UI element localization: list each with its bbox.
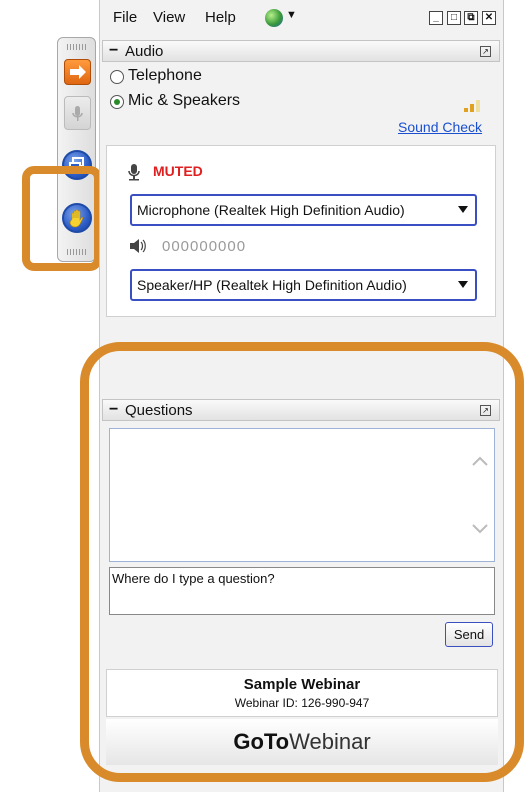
sound-check-link[interactable]: Sound Check <box>398 119 482 135</box>
audio-pane-title: Audio <box>125 43 164 60</box>
speaker-select-value: Speaker/HP (Realtek High Definition Audi… <box>137 277 407 293</box>
mic-status-label: MUTED <box>153 163 203 179</box>
arrow-right-icon <box>70 65 86 79</box>
audio-settings-box: MUTED Microphone (Realtek High Definitio… <box>106 145 496 317</box>
maximize-button[interactable]: □ <box>447 11 461 25</box>
speaker-icon <box>130 239 146 253</box>
show-hide-panel-button[interactable] <box>64 59 91 85</box>
grip-top-icon[interactable] <box>67 44 87 50</box>
menu-help[interactable]: Help <box>205 9 236 26</box>
telephone-label[interactable]: Telephone <box>128 67 202 85</box>
popout-audio-icon[interactable]: ↗ <box>480 46 491 57</box>
toolbar-highlight-frame <box>22 166 102 271</box>
microphone-muted-icon <box>128 164 140 181</box>
audio-pane-header: − Audio ↗ <box>102 40 500 62</box>
chevron-down-icon <box>458 206 468 213</box>
menu-bar: File View Help ▼ _ □ ⧉ ✕ <box>100 0 505 36</box>
microphone-select-value: Microphone (Realtek High Definition Audi… <box>137 202 405 218</box>
restore-button[interactable]: ⧉ <box>464 11 478 25</box>
telephone-radio[interactable] <box>110 70 124 84</box>
collapse-audio-icon[interactable]: − <box>109 42 118 60</box>
microphone-icon <box>72 106 83 121</box>
close-button[interactable]: ✕ <box>482 11 496 25</box>
menu-view[interactable]: View <box>153 9 185 26</box>
menu-file[interactable]: File <box>113 9 137 26</box>
microphone-select[interactable]: Microphone (Realtek High Definition Audi… <box>130 194 477 226</box>
chevron-down-icon <box>458 281 468 288</box>
mic-speakers-label[interactable]: Mic & Speakers <box>128 92 240 110</box>
signal-bars-icon <box>464 100 480 112</box>
minimize-button[interactable]: _ <box>429 11 443 25</box>
globe-icon[interactable] <box>265 9 283 27</box>
speaker-select[interactable]: Speaker/HP (Realtek High Definition Audi… <box>130 269 477 301</box>
mic-speakers-radio[interactable] <box>110 95 124 109</box>
questions-highlight-frame <box>80 342 524 782</box>
speaker-level-meter: 000000000 <box>162 238 247 255</box>
chevron-down-icon[interactable]: ▼ <box>286 9 297 21</box>
mic-toggle-button[interactable] <box>64 96 91 130</box>
